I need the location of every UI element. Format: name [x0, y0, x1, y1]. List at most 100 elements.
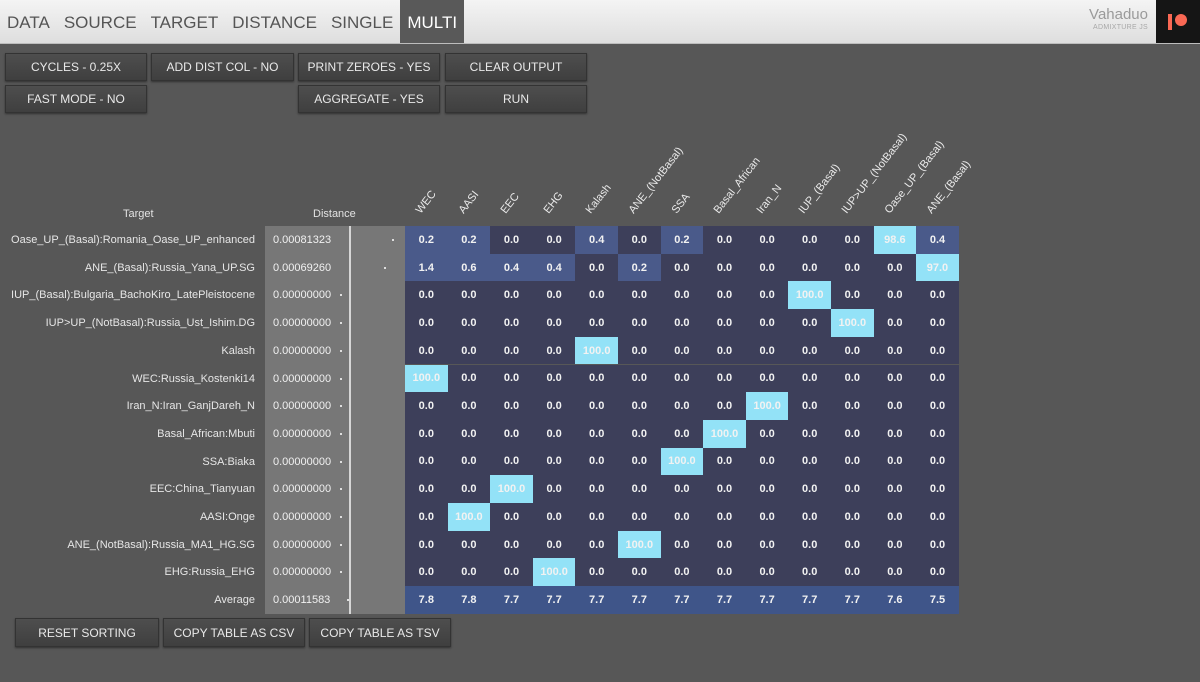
- tab-data[interactable]: DATA: [0, 0, 57, 43]
- run-button[interactable]: RUN: [445, 85, 587, 113]
- table-cell: 0.0: [447, 419, 491, 448]
- tab-multi[interactable]: MULTI: [400, 0, 465, 43]
- print-zeroes-button[interactable]: PRINT ZEROES - YES: [298, 53, 440, 81]
- reset-sorting-button[interactable]: RESET SORTING: [15, 618, 159, 647]
- table-cell: 0.0: [575, 558, 618, 587]
- tab-distance[interactable]: DISTANCE: [225, 0, 324, 43]
- average-cell: 7.8: [405, 586, 448, 614]
- add-dist-col-button[interactable]: ADD DIST COL - NO: [151, 53, 294, 81]
- table-cell: 0.0: [873, 253, 917, 282]
- row-distance: 0.00000000: [273, 372, 332, 385]
- table-cell: 0.0: [788, 419, 831, 448]
- table-cell: 0.0: [490, 309, 533, 337]
- table-cell: 0.0: [405, 503, 448, 531]
- clear-output-button[interactable]: CLEAR OUTPUT: [445, 53, 587, 81]
- table-cell: 0.0: [532, 503, 576, 531]
- table-cell: 0.0: [745, 558, 789, 587]
- table-cell: 0.0: [873, 447, 917, 476]
- table-cell: 0.0: [490, 364, 533, 393]
- table-cell: 0.0: [447, 530, 491, 559]
- table-cell: 0.0: [618, 558, 661, 587]
- table-cell: 0.0: [660, 392, 704, 420]
- table-cell: 0.0: [745, 281, 789, 310]
- copy-table-csv-button[interactable]: COPY TABLE AS CSV: [163, 618, 305, 647]
- table-cell: 0.0: [703, 392, 746, 420]
- table-cell: 0.0: [447, 447, 491, 476]
- fast-mode-button[interactable]: FAST MODE - NO: [5, 85, 147, 113]
- table-cell: 0.0: [745, 226, 789, 254]
- distance-bar-marker: [340, 516, 342, 518]
- brand: Vahaduo ADMIXTURE JS: [1089, 6, 1148, 31]
- table-cell: 0.0: [703, 558, 746, 587]
- table-cell: 0.0: [831, 447, 874, 476]
- copy-table-tsv-button[interactable]: COPY TABLE AS TSV: [309, 618, 451, 647]
- tab-target[interactable]: TARGET: [144, 0, 226, 43]
- column-header[interactable]: Kalash: [584, 182, 614, 216]
- table-cell: 0.0: [575, 309, 618, 337]
- tab-source[interactable]: SOURCE: [57, 0, 144, 43]
- table-cell: 0.0: [788, 336, 831, 365]
- row-distance: 0.00000000: [273, 566, 332, 579]
- distance-column-header[interactable]: Distance: [313, 208, 356, 220]
- table-cell: 0.0: [490, 558, 533, 587]
- average-cell: 7.7: [618, 586, 661, 614]
- column-header[interactable]: SSA: [669, 191, 692, 216]
- table-cell: 0.0: [831, 558, 874, 587]
- table-cell: 0.0: [916, 530, 959, 559]
- table-cell: 0.2: [405, 226, 448, 254]
- row-target-label: SSA:Biaka: [202, 455, 255, 468]
- distance-bar-marker: [340, 460, 342, 463]
- tab-single[interactable]: SINGLE: [324, 0, 400, 43]
- aggregate-button[interactable]: AGGREGATE - YES: [298, 85, 440, 113]
- table-cell: 1.4: [405, 253, 448, 282]
- table-cell: 0.0: [405, 475, 448, 503]
- table-cell: 0.0: [447, 336, 491, 365]
- table-cell: 100.0: [618, 530, 661, 559]
- table-cell: 0.0: [490, 226, 533, 254]
- cycles-button[interactable]: CYCLES - 0.25X: [5, 53, 147, 81]
- table-cell: 0.0: [873, 530, 917, 559]
- table-cell: 0.0: [831, 336, 874, 365]
- average-cell: 7.8: [447, 586, 491, 614]
- row-target-label: ANE_(NotBasal):Russia_MA1_HG.SG: [67, 538, 255, 551]
- column-header[interactable]: IUP_(Basal): [797, 162, 843, 216]
- table-cell: 0.0: [447, 558, 491, 587]
- column-header[interactable]: EHG: [541, 190, 565, 216]
- table-cell: 0.0: [831, 530, 874, 559]
- top-navigation-bar: DATA SOURCE TARGET DISTANCE SINGLE MULTI Vaha…: [0, 0, 1200, 44]
- table-cell: 0.0: [575, 364, 618, 393]
- table-cell: 0.0: [788, 226, 831, 254]
- table-cell: 0.0: [660, 475, 704, 503]
- table-cell: 0.0: [532, 530, 576, 559]
- row-target-label: EHG:Russia_EHG: [164, 566, 255, 579]
- table-cell: 0.4: [916, 226, 959, 254]
- column-header[interactable]: Iran_N: [754, 183, 784, 216]
- table-cell: 0.0: [447, 475, 491, 503]
- table-cell: 98.6: [873, 226, 917, 254]
- table-cell: 0.6: [447, 253, 491, 282]
- table-cell: 0.0: [618, 226, 661, 254]
- table-cell: 0.2: [618, 253, 661, 282]
- target-column-header[interactable]: Target: [123, 208, 154, 220]
- table-cell: 0.0: [916, 475, 959, 503]
- patreon-icon[interactable]: [1156, 0, 1200, 43]
- table-cell: 0.0: [788, 309, 831, 337]
- table-cell: 0.0: [703, 253, 746, 282]
- average-distance: 0.00011583: [273, 594, 331, 607]
- distance-bar-marker: [340, 377, 342, 380]
- table-cell: 0.0: [788, 364, 831, 393]
- table-cell: 0.0: [703, 364, 746, 393]
- column-header[interactable]: WEC: [414, 188, 439, 216]
- average-row-label: Average: [214, 594, 255, 607]
- column-header[interactable]: EEC: [499, 191, 522, 216]
- table-cell: 100.0: [575, 336, 618, 365]
- table-cell: 0.0: [405, 392, 448, 420]
- table-cell: 0.0: [405, 281, 448, 310]
- column-header[interactable]: ANE_(Basal): [925, 159, 974, 216]
- table-cell: 0.0: [405, 336, 448, 365]
- table-cell: 0.0: [660, 281, 704, 310]
- table-cell: 0.0: [532, 364, 576, 393]
- distance-column-background: [265, 226, 405, 614]
- column-header[interactable]: AASI: [456, 189, 481, 216]
- nav-tabs: DATA SOURCE TARGET DISTANCE SINGLE MULTI: [0, 0, 465, 43]
